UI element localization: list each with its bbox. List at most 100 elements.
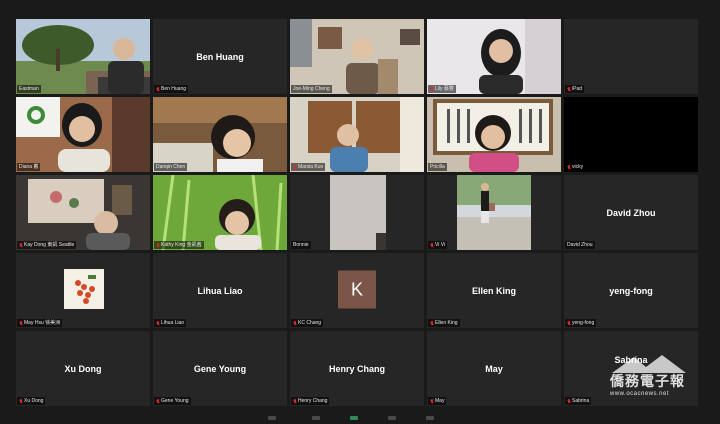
participant-name-tag: May (428, 397, 447, 405)
participant-name-tag: Lily 蔡豐 (428, 85, 456, 93)
participant-tile[interactable]: Eastman (16, 19, 150, 94)
muted-mic-icon (19, 320, 23, 326)
toolbar-button-icon[interactable] (350, 416, 358, 420)
participant-name-tag: Kay Dong 東凱 Seattle (17, 241, 77, 249)
participant-tile[interactable]: Gene Young Gene Young (153, 331, 287, 406)
participant-video (16, 253, 150, 328)
participant-video (290, 97, 424, 172)
participant-name-tag: yeng-fong (565, 319, 597, 327)
participant-name-tag: David Zhou (565, 241, 595, 249)
toolbar-button-icon[interactable] (388, 416, 396, 420)
muted-mic-icon (156, 320, 160, 326)
participant-name-tag: Henry Chang (291, 397, 330, 405)
muted-mic-icon (19, 242, 23, 248)
participant-name-tag: Ben Huang (154, 85, 189, 93)
participant-tile[interactable]: Kathy King 金凱茜 (153, 175, 287, 250)
meeting-toolbar (0, 410, 720, 424)
participant-name-tag: Gene Young (154, 397, 191, 405)
participant-tile[interactable]: Pricilla (427, 97, 561, 172)
participant-tile[interactable]: May May (427, 331, 561, 406)
participant-tile[interactable]: Diana 戴 (16, 97, 150, 172)
participant-name-tag: KC Chang (291, 319, 324, 327)
participant-tile[interactable]: Bonnie (290, 175, 424, 250)
muted-mic-icon (293, 398, 297, 404)
muted-mic-icon (567, 320, 571, 326)
toolbar-button-icon[interactable] (312, 416, 320, 420)
participant-video (153, 175, 287, 250)
participant-name-tag: iPad (565, 85, 585, 93)
participant-video (16, 97, 150, 172)
participant-video (153, 97, 287, 172)
toolbar-button-icon[interactable] (426, 416, 434, 420)
participant-name-tag: Xu Dong (17, 397, 46, 405)
muted-mic-icon (430, 86, 434, 92)
participant-tile[interactable]: Ben Huang Ben Huang (153, 19, 287, 94)
muted-mic-icon (430, 242, 434, 248)
participant-name-tag: Bonnie (291, 241, 311, 249)
participant-avatar: K (338, 269, 376, 308)
participant-video (427, 97, 561, 172)
muted-mic-icon (567, 86, 571, 92)
participant-name-tag: Pricilla (428, 163, 447, 171)
ocac-news-watermark: 僑務電子報 www.ocacnews.net (606, 353, 706, 405)
participant-name-tag: Diana 戴 (17, 163, 41, 171)
muted-mic-icon (567, 164, 571, 170)
muted-mic-icon (430, 398, 434, 404)
watermark-chinese-text: 僑務電子報 (610, 374, 685, 390)
participant-tile[interactable]: Lihua Liao Lihua Liao (153, 253, 287, 328)
participant-tile[interactable]: Xu Dong Xu Dong (16, 331, 150, 406)
participant-tile[interactable]: Henry Chang Henry Chang (290, 331, 424, 406)
participant-name-tag: May Hsu 徐美洲 (17, 319, 63, 327)
participant-name-tag: Eastman (17, 85, 41, 93)
watermark-url: www.ocacnews.net (610, 391, 670, 397)
participant-tile[interactable]: Ellen King Ellen King (427, 253, 561, 328)
muted-mic-icon (156, 86, 160, 92)
participant-video (427, 175, 561, 250)
participant-video (16, 19, 150, 94)
participant-tile[interactable]: May Hsu 徐美洲 (16, 253, 150, 328)
participant-center-name: Ellen King (471, 285, 516, 296)
participant-tile[interactable]: Marsia Kuo (290, 97, 424, 172)
participant-video (290, 19, 424, 94)
participant-name-tag: Ellen King (428, 319, 460, 327)
gallery-view-grid: Eastman Ben Huang Ben Huang Joe-Ming Che… (16, 19, 698, 406)
participant-center-name: Xu Dong (64, 363, 102, 374)
participant-name-tag: Vi Vi (428, 241, 448, 249)
toolbar-button-icon[interactable] (268, 416, 276, 420)
muted-mic-icon (19, 398, 23, 404)
participant-tile[interactable]: Lily 蔡豐 (427, 19, 561, 94)
participant-name-tag: Lihua Liao (154, 319, 187, 327)
muted-mic-icon (293, 164, 297, 170)
participant-tile[interactable]: Vi Vi (427, 175, 561, 250)
participant-name-tag: Joe-Ming Cheng (291, 85, 332, 93)
muted-mic-icon (293, 320, 297, 326)
participant-name-tag: Kathy King 金凱茜 (154, 241, 204, 249)
participant-name-tag: Danqin Chen (154, 163, 188, 171)
participant-tile[interactable]: yeng-fong yeng-fong (564, 253, 698, 328)
participant-center-name: May (485, 363, 503, 374)
muted-mic-icon (430, 320, 434, 326)
participant-tile[interactable]: iPad (564, 19, 698, 94)
participant-tile[interactable]: vicky (564, 97, 698, 172)
muted-mic-icon (567, 398, 571, 404)
participant-center-name: Henry Chang (328, 363, 385, 374)
participant-center-name: Lihua Liao (197, 285, 243, 296)
participant-video (290, 175, 424, 250)
participant-center-name: yeng-fong (609, 285, 653, 296)
participant-center-name: David Zhou (606, 207, 656, 218)
participant-name-tag: Sabrina (565, 397, 592, 405)
participant-tile[interactable]: David Zhou David Zhou (564, 175, 698, 250)
participant-center-name: Ben Huang (196, 51, 244, 62)
meeting-top-bar (0, 0, 720, 16)
participant-video (16, 175, 150, 250)
muted-mic-icon (156, 398, 160, 404)
muted-mic-icon (156, 242, 160, 248)
participant-tile[interactable]: Kay Dong 東凱 Seattle (16, 175, 150, 250)
participant-tile-active-speaker[interactable]: Danqin Chen (153, 97, 287, 172)
participant-tile[interactable]: K KC Chang (290, 253, 424, 328)
participant-tile[interactable]: Joe-Ming Cheng (290, 19, 424, 94)
participant-video (427, 19, 561, 94)
participant-name-tag: vicky (565, 163, 586, 171)
participant-name-tag: Marsia Kuo (291, 163, 326, 171)
participant-center-name: Gene Young (193, 363, 247, 374)
